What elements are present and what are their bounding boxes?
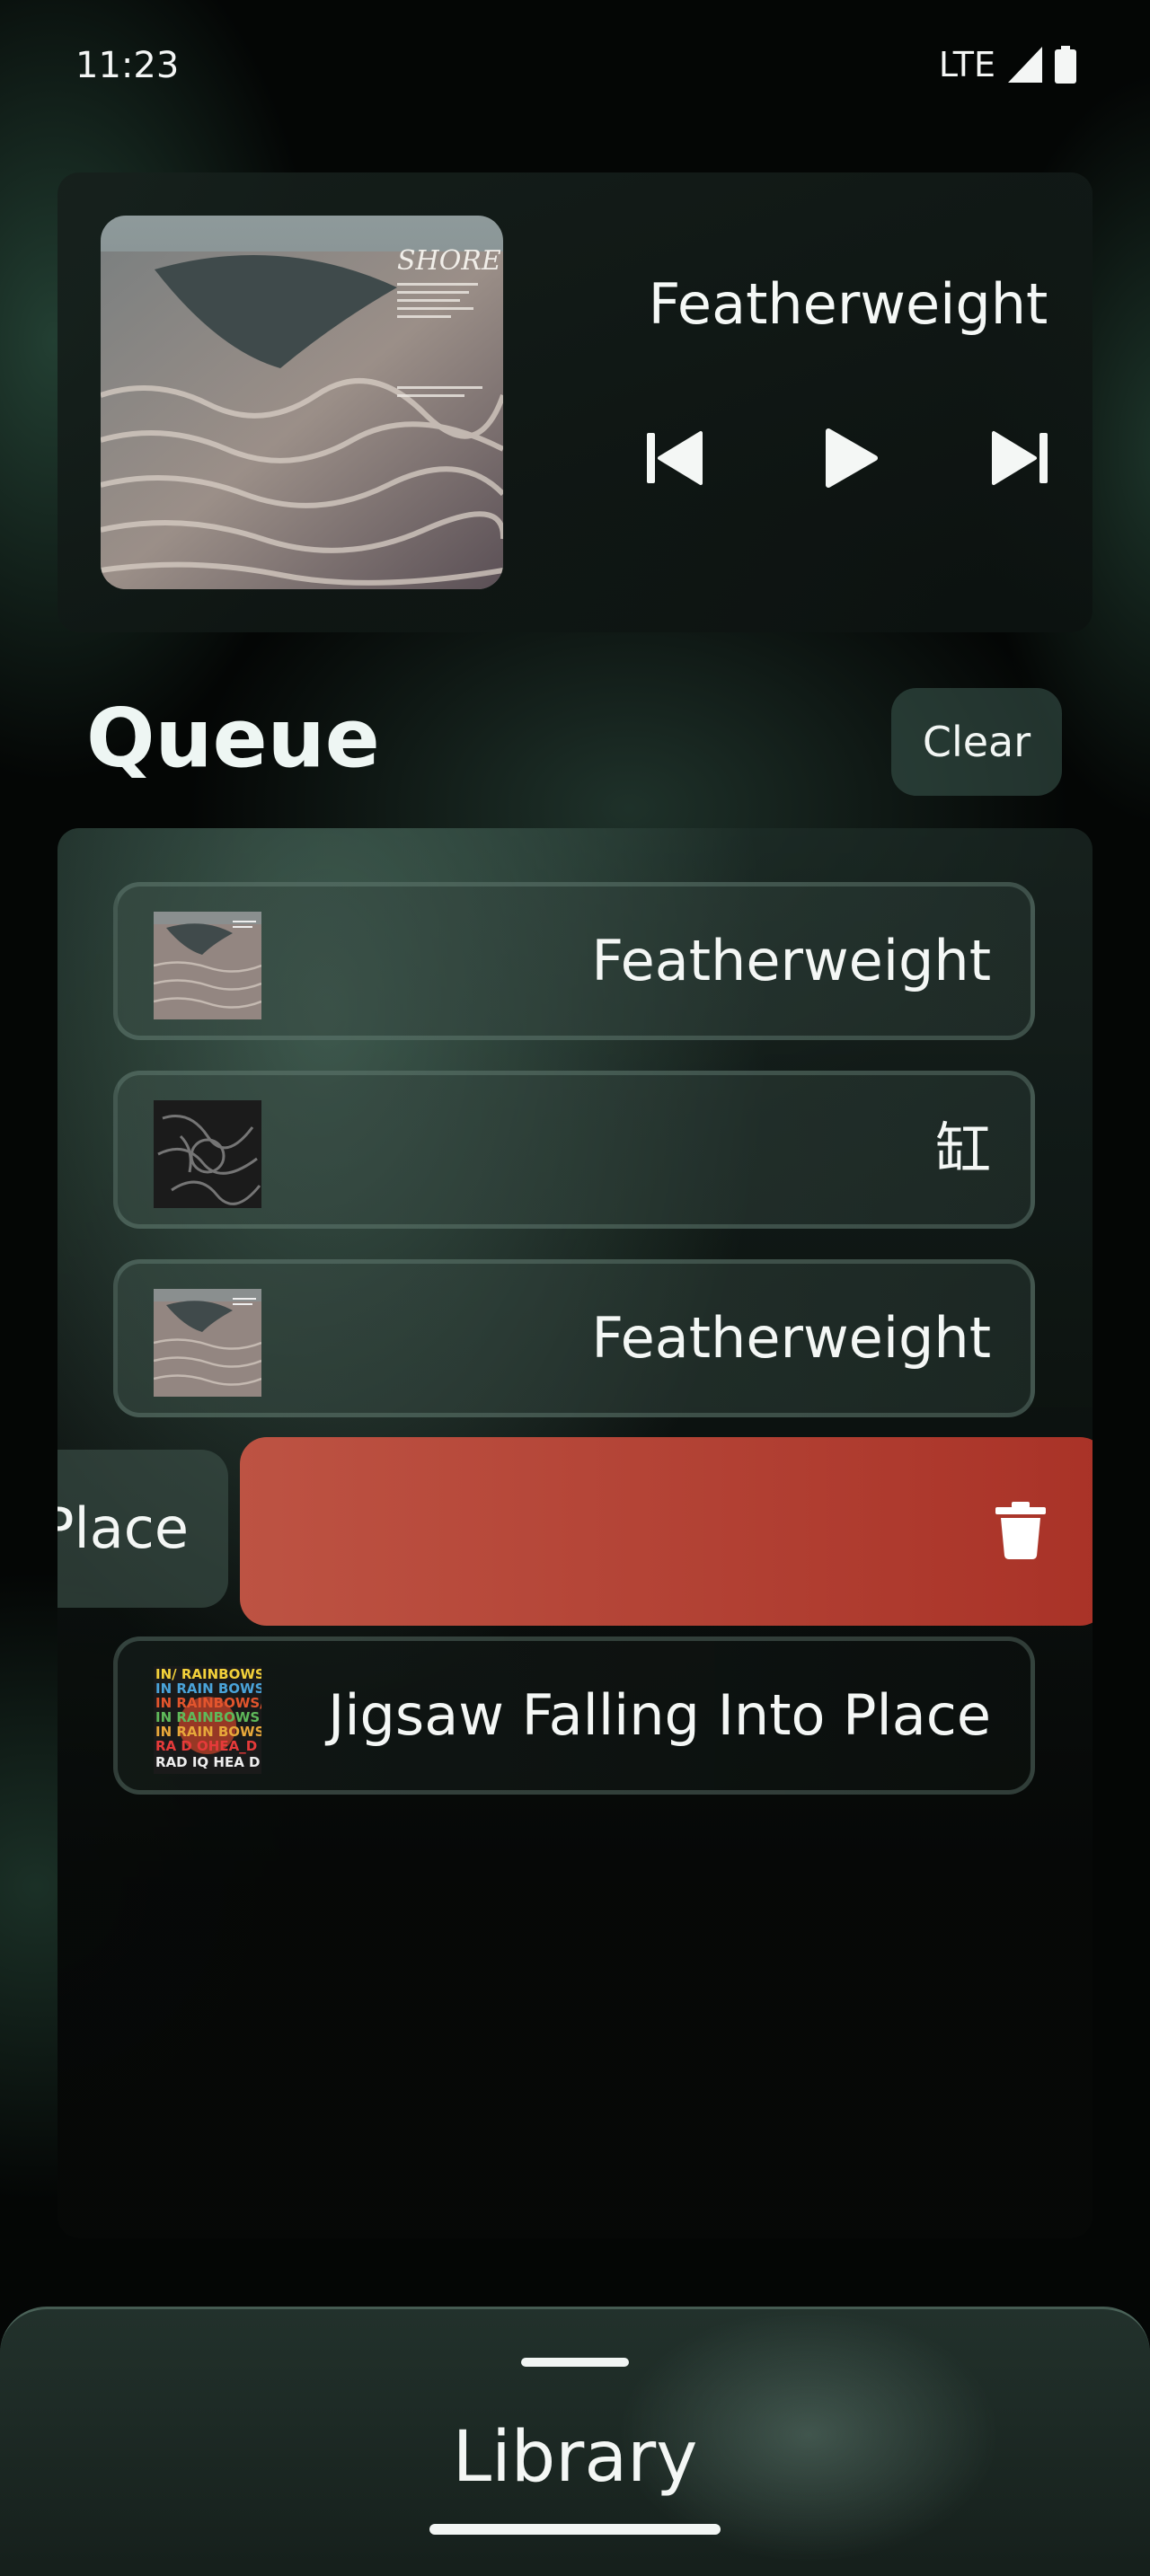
album-art-title: SHORE xyxy=(397,245,501,277)
queue-item[interactable]: Featherweight xyxy=(113,882,1035,1040)
now-playing-card[interactable]: SHORE Featherweight xyxy=(58,172,1092,632)
now-playing-title: Featherweight xyxy=(648,271,1048,337)
trash-icon xyxy=(995,1502,1046,1559)
play-icon xyxy=(826,428,878,488)
home-indicator[interactable] xyxy=(429,2524,721,2535)
skip-previous-icon xyxy=(647,431,703,485)
album-art: SHORE xyxy=(101,216,503,589)
svg-text:RAD IQ HEA D: RAD IQ HEA D xyxy=(155,1754,260,1770)
queue-item[interactable]: Featherweight xyxy=(113,1259,1035,1417)
play-button[interactable] xyxy=(794,404,902,512)
queue-item[interactable]: 缸 xyxy=(113,1071,1035,1229)
queue-title: Queue xyxy=(86,692,380,786)
swiped-item-title: Place xyxy=(58,1495,189,1561)
svg-text:RA D OHEA_D: RA D OHEA_D xyxy=(155,1738,257,1754)
status-time: 11:23 xyxy=(75,45,180,86)
library-sheet[interactable]: Library xyxy=(0,2307,1150,2576)
previous-button[interactable] xyxy=(620,404,728,512)
signal-icon xyxy=(1008,47,1042,83)
library-label: Library xyxy=(452,2417,698,2498)
queue-item-title: Featherweight xyxy=(591,928,991,993)
shore-album-art xyxy=(154,1289,261,1397)
swiped-queue-item[interactable]: Place xyxy=(58,1450,228,1608)
queue-item-title: 缸 xyxy=(934,1116,991,1182)
shore-album-art xyxy=(154,912,261,1019)
delete-swipe-background[interactable] xyxy=(240,1437,1092,1626)
drag-handle[interactable] xyxy=(521,2358,629,2367)
network-type: LTE xyxy=(938,45,995,84)
queue-item-title: Jigsaw Falling Into Place xyxy=(328,1682,991,1748)
battery-icon xyxy=(1055,46,1076,84)
clear-queue-button[interactable]: Clear xyxy=(891,688,1062,796)
next-button[interactable] xyxy=(967,404,1075,512)
status-icons: LTE xyxy=(939,45,1076,84)
queue-list: Featherweight 缸 Featherweight lace IN/ R… xyxy=(58,828,1092,2238)
playback-controls xyxy=(561,404,1136,512)
queue-item[interactable]: IN/ RAINBOWS IN RAIN BOWS IN RAINBOWS/ I… xyxy=(113,1636,1035,1795)
queue-item-title: Featherweight xyxy=(591,1305,991,1371)
skip-next-icon xyxy=(992,431,1048,485)
status-bar: 11:23 LTE xyxy=(0,0,1150,135)
in-rainbows-album-art: IN/ RAINBOWS IN RAIN BOWS IN RAINBOWS/ I… xyxy=(154,1666,261,1774)
dark-album-art xyxy=(154,1100,261,1208)
